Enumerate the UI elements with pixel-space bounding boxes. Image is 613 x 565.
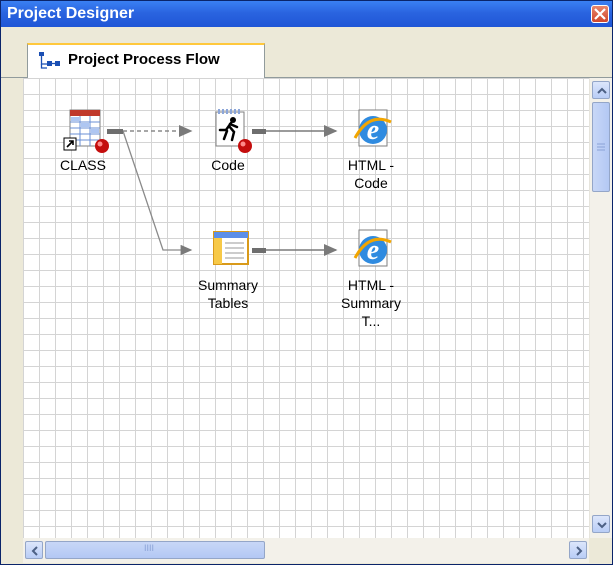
vertical-scrollbar[interactable]	[589, 78, 612, 538]
chevron-left-icon	[31, 546, 38, 556]
internet-explorer-icon: e	[349, 228, 393, 272]
horizontal-scrollbar[interactable]: IIII	[23, 538, 589, 563]
project-designer-window: Project Designer Project Process Flow CL…	[0, 0, 613, 565]
scrollbar-corner	[589, 538, 611, 563]
left-border	[1, 78, 23, 563]
window-title: Project Designer	[7, 5, 135, 22]
summary-tables-icon	[206, 228, 250, 272]
close-button[interactable]	[591, 5, 609, 23]
node-label: HTML - Summary T...	[341, 277, 401, 329]
grip-icon: IIII	[144, 543, 155, 553]
tab-strip: Project Process Flow	[1, 27, 612, 78]
scroll-down-button[interactable]	[592, 515, 610, 533]
vertical-scroll-thumb[interactable]	[592, 102, 610, 192]
scroll-up-button[interactable]	[592, 81, 610, 99]
data-table-icon	[61, 108, 109, 153]
chevron-down-icon	[597, 522, 607, 529]
internet-explorer-icon: e	[349, 108, 393, 152]
node-class[interactable]: CLASS	[43, 108, 123, 174]
node-label: HTML - Code	[347, 157, 395, 191]
tab-project-process-flow[interactable]: Project Process Flow	[27, 43, 265, 78]
close-icon	[594, 8, 606, 20]
node-label: Code	[211, 157, 245, 173]
connector-class-summary	[122, 130, 193, 256]
chevron-right-icon	[576, 546, 583, 556]
title-bar[interactable]: Project Designer	[1, 1, 612, 27]
horizontal-scroll-thumb[interactable]: IIII	[45, 541, 265, 559]
chevron-up-icon	[597, 87, 607, 94]
process-flow-canvas[interactable]: CLASS Code e HTML - Code Summary Tables …	[23, 78, 589, 538]
node-code[interactable]: Code	[188, 108, 268, 174]
node-html-code[interactable]: e HTML - Code	[331, 108, 411, 192]
process-flow-icon	[39, 52, 60, 69]
node-label: Summary Tables	[198, 277, 258, 311]
scroll-right-button[interactable]	[569, 541, 587, 559]
grip-icon	[597, 143, 605, 151]
node-label: CLASS	[60, 157, 106, 173]
node-summary-tables[interactable]: Summary Tables	[188, 228, 268, 312]
tab-label: Project Process Flow	[68, 51, 220, 68]
node-html-summary[interactable]: e HTML - Summary T...	[331, 228, 411, 330]
scroll-left-button[interactable]	[25, 541, 43, 559]
code-runner-icon	[206, 108, 252, 153]
